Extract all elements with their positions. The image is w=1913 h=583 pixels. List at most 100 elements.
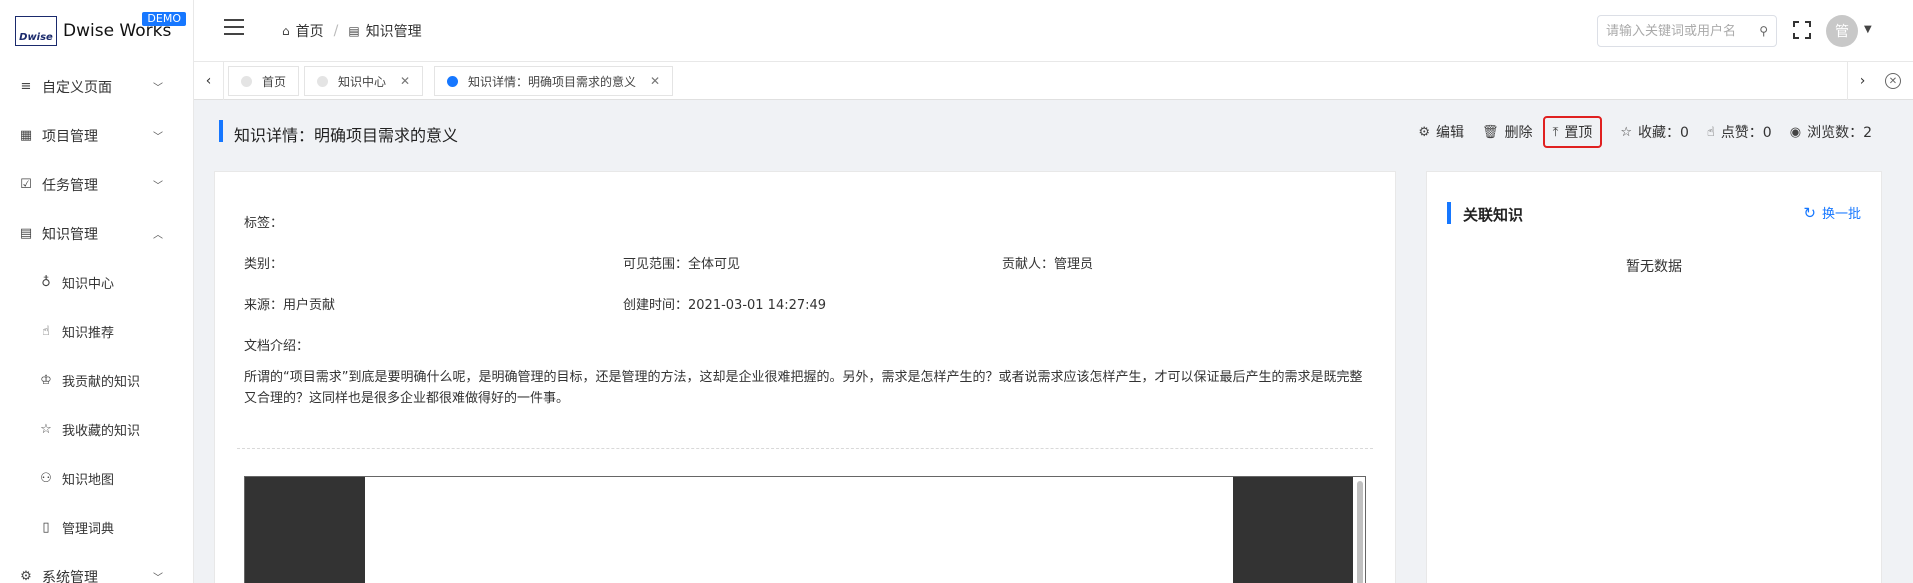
book-icon: ▤ (348, 24, 360, 38)
empty-state: 暂无数据 (1626, 259, 1682, 275)
delete-button[interactable]: 🗑 删除 (1482, 122, 1533, 142)
sidebar: Dwise Dwise Works DEMO ≡ 自定义页面 ﹀ ▦ 项目管理 … (0, 0, 194, 583)
demo-badge: DEMO (142, 12, 186, 26)
sidebar-subitem-label: 我贡献的知识 (62, 375, 141, 390)
related-knowledge-card: 关联知识 ↻ 换一批 暂无数据 (1426, 171, 1882, 583)
view-count: ◉ 浏览数：2 (1790, 122, 1872, 142)
sidebar-subitem-recommend[interactable]: ☝ 知识推荐 (0, 307, 193, 356)
source-field: 来源：用户贡献 (244, 298, 336, 313)
view-count-label: 浏览数：2 (1807, 125, 1872, 141)
tab-knowledge-detail[interactable]: 知识详情：明确项目需求的意义 ✕ (434, 66, 674, 96)
page-title: 知识详情：明确项目需求的意义 (234, 126, 459, 145)
tab-label: 知识中心 (338, 74, 387, 89)
pin-top-icon: ⤒ (1552, 124, 1559, 140)
sidebar-subitem-label: 管理词典 (62, 522, 115, 537)
sidebar-item-system[interactable]: ⚙ 系统管理 ﹀ (0, 552, 193, 583)
sidebar-subitem-dictionary[interactable]: ▯ 管理词典 (0, 503, 193, 552)
trash-icon: 🗑 (1482, 124, 1499, 140)
tabs-bar: ‹ 首页 知识中心 ✕ 知识详情：明确项目需求的意义 ✕ › ✕ (194, 62, 1913, 100)
pin-top-button[interactable]: ⤒ 置顶 (1542, 116, 1603, 148)
sidebar-subitem-label: 我收藏的知识 (62, 424, 141, 439)
avatar[interactable]: 管 (1826, 15, 1858, 47)
related-title: 关联知识 (1463, 206, 1524, 224)
sidebar-subitem-knowledge-center[interactable]: ♁ 知识中心 (0, 258, 193, 307)
thumb-icon: ☝ (42, 324, 50, 339)
home-icon: ⌂ (282, 24, 290, 38)
title-accent-bar (219, 120, 223, 142)
sidebar-subitem-label: 知识地图 (62, 473, 115, 488)
dictionary-icon: ▯ (42, 520, 50, 535)
sidebar-item-projects[interactable]: ▦ 项目管理 ﹀ (0, 111, 193, 160)
like-count: 点赞：0 (1720, 125, 1772, 141)
tab-knowledge-center[interactable]: 知识中心 ✕ (304, 66, 424, 96)
viewer-scrollbar[interactable] (1357, 481, 1363, 583)
intro-label: 文档介绍： (244, 339, 310, 354)
tab-home[interactable]: 首页 (228, 66, 300, 96)
delete-label: 删除 (1504, 125, 1533, 141)
sidebar-subitem-map[interactable]: ⚇ 知识地图 (0, 454, 193, 503)
book-icon: ▤ (19, 226, 33, 241)
favorite-button[interactable]: ☆ 收藏：0 (1620, 122, 1689, 142)
refresh-batch-button[interactable]: ↻ 换一批 (1803, 203, 1861, 223)
sidebar-subitem-favorites[interactable]: ☆ 我收藏的知识 (0, 405, 193, 454)
sidebar-subitem-contributed[interactable]: ♔ 我贡献的知识 (0, 356, 193, 405)
close-icon[interactable]: ✕ (400, 74, 410, 88)
tab-label: 首页 (262, 74, 287, 89)
search-input[interactable] (1606, 23, 1760, 39)
page-header: 知识详情：明确项目需求的意义 ⚙ 编辑 🗑 删除 ⤒ 置顶 ☆ 收藏：0 ☝ 点… (214, 108, 1882, 156)
sidebar-item-label: 任务管理 (42, 177, 98, 194)
edit-button[interactable]: ⚙ 编辑 (1418, 122, 1464, 142)
tags-field: 标签： (244, 216, 284, 231)
sidebar-item-custom-pages[interactable]: ≡ 自定义页面 ﹀ (0, 62, 193, 111)
menu-toggle-icon[interactable] (224, 19, 244, 35)
caret-down-icon[interactable]: ▼ (1864, 24, 1872, 35)
chevron-up-icon: ︿ (153, 230, 163, 241)
divider (237, 448, 1373, 449)
sidebar-item-label: 自定义页面 (42, 79, 112, 96)
created-time-field: 创建时间：2021-03-01 14:27:49 (623, 298, 827, 313)
search-box[interactable]: ⚲ (1597, 15, 1777, 47)
star-icon: ☆ (1620, 124, 1632, 140)
viewer-margin-left (245, 477, 365, 583)
tab-dot (447, 75, 458, 87)
close-icon[interactable]: ✕ (650, 74, 660, 88)
chevron-down-icon: ﹀ (153, 573, 163, 583)
logo-mark: Dwise (15, 16, 57, 46)
gear-icon: ⚙ (20, 569, 32, 583)
sidebar-subitem-label: 知识推荐 (62, 326, 115, 341)
sidebar-item-label: 项目管理 (42, 128, 98, 145)
bulb-icon: ♁ (41, 275, 51, 290)
intro-text: 所谓的“项目需求”到底是要明确什么呢，是明确管理的目标，还是管理的方法，这却是企… (244, 370, 1363, 406)
star-icon: ☆ (40, 422, 52, 437)
refresh-label: 换一批 (1821, 207, 1861, 222)
like-button[interactable]: ☝ 点赞：0 (1707, 122, 1772, 142)
refresh-icon: ↻ (1803, 203, 1816, 222)
document-viewer[interactable] (244, 476, 1366, 583)
close-all-tabs-icon[interactable]: ✕ (1885, 73, 1901, 89)
gear-icon: ⚙ (1418, 124, 1431, 140)
chevron-down-icon: ﹀ (153, 181, 163, 192)
search-icon[interactable]: ⚲ (1759, 24, 1768, 38)
tabs-scroll-left-icon[interactable]: ‹ (194, 62, 224, 100)
tab-dot (241, 75, 252, 87)
fullscreen-icon[interactable] (1793, 21, 1811, 39)
breadcrumb-home[interactable]: 首页 (296, 21, 324, 41)
visibility-field: 可见范围：全体可见 (623, 257, 741, 272)
logo[interactable]: Dwise Dwise Works DEMO (0, 0, 193, 62)
sidebar-item-knowledge[interactable]: ▤ 知识管理 ︿ (0, 209, 193, 258)
grid-icon: ▦ (19, 128, 33, 143)
checkbox-icon: ☑ (20, 177, 32, 192)
trophy-icon: ♔ (40, 373, 52, 388)
sidebar-item-label: 知识管理 (42, 226, 98, 243)
sidebar-item-label: 系统管理 (42, 569, 98, 583)
thumb-icon: ☝ (1706, 124, 1715, 140)
tab-dot (317, 75, 328, 87)
tabs-scroll-right-icon[interactable]: › (1847, 62, 1877, 100)
sidebar-subitem-label: 知识中心 (62, 277, 115, 292)
sitemap-icon: ⚇ (40, 471, 52, 486)
list-icon: ≡ (20, 79, 32, 94)
sidebar-item-tasks[interactable]: ☑ 任务管理 ﹀ (0, 160, 193, 209)
top-header: ⌂ 首页 / ▤ 知识管理 ⚲ 管 ▼ (194, 0, 1913, 62)
edit-label: 编辑 (1436, 125, 1465, 141)
chevron-down-icon: ﹀ (153, 132, 163, 143)
